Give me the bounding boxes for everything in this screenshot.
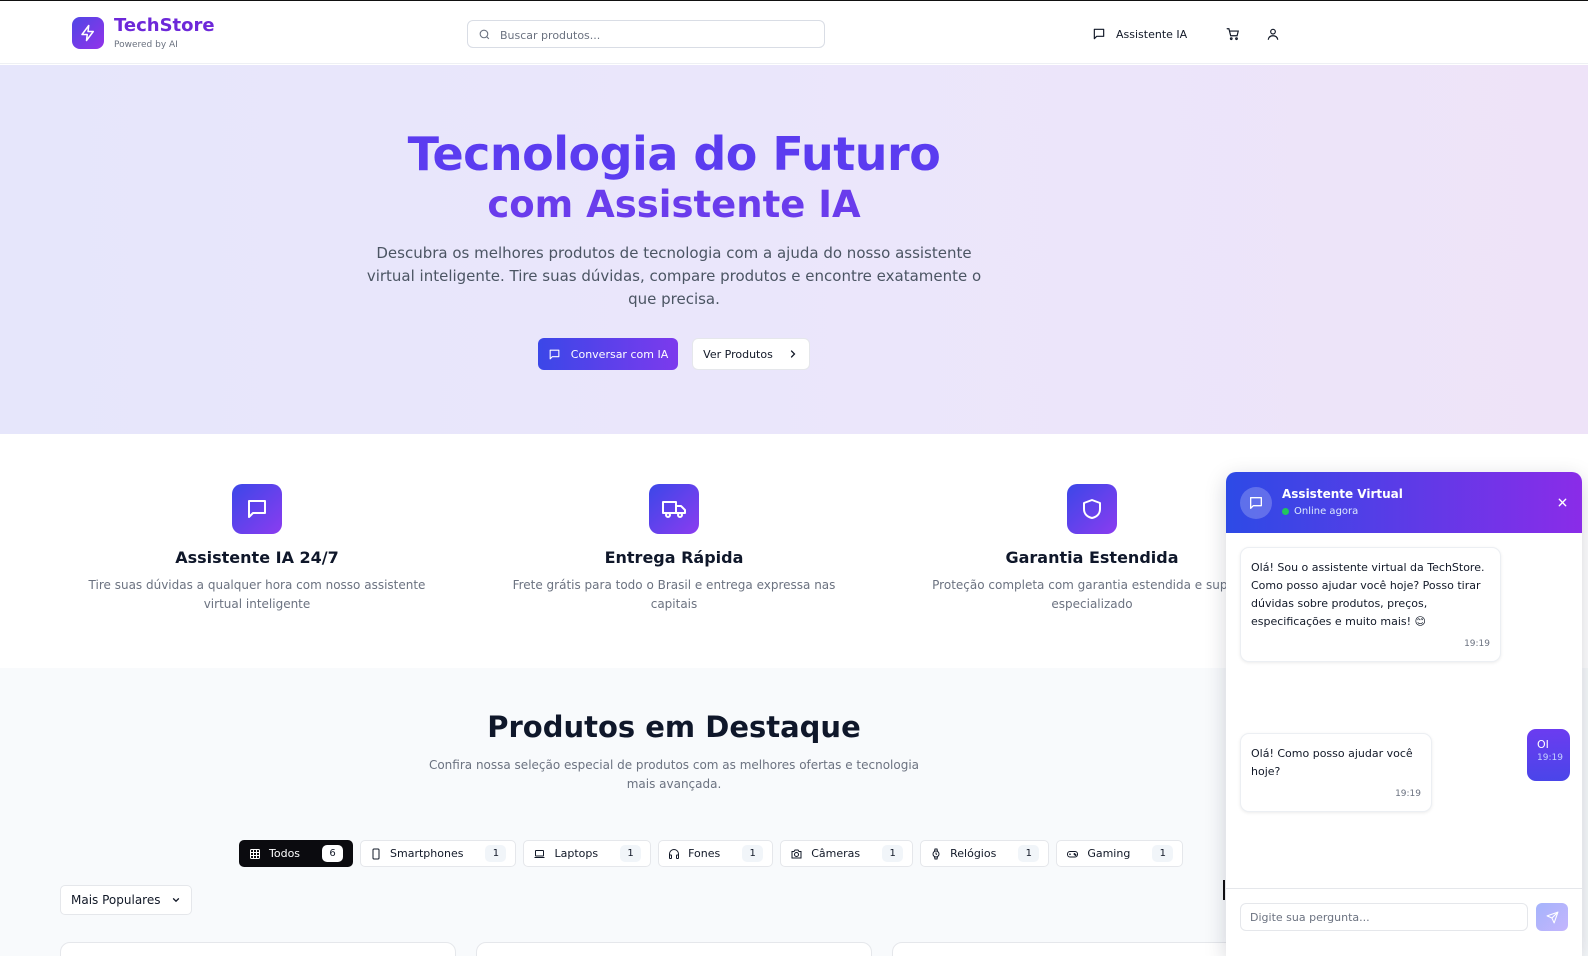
feature-description: Frete grátis para todo o Brasil e entreg…	[512, 578, 836, 611]
hero-section: Tecnologia do Futuro com Assistente IA D…	[0, 65, 1588, 434]
search-input[interactable]	[500, 25, 810, 45]
user-message: OI 19:19	[1527, 729, 1570, 781]
hero-title: Tecnologia do Futuro	[407, 127, 941, 181]
chat-with-ai-button[interactable]: Conversar com IA	[538, 338, 678, 370]
chat-status-label: Online agora	[1294, 506, 1359, 517]
sort-select[interactable]: Mais Populares	[60, 885, 192, 915]
nav-assistant-link[interactable]: Assistente IA	[1092, 25, 1187, 43]
category-label: Gaming	[1087, 847, 1131, 860]
category-label: Câmeras	[811, 847, 861, 860]
category-count: 1	[882, 845, 904, 862]
brand-tagline: Powered by AI	[114, 40, 178, 50]
chat-footer	[1226, 888, 1582, 956]
view-products-button[interactable]: Ver Produtos	[692, 338, 810, 370]
category-fones[interactable]: Fones 1	[658, 840, 774, 867]
smartphone-icon	[372, 848, 380, 859]
nav-assistant-label: Assistente IA	[1116, 27, 1188, 41]
camera-icon	[791, 849, 802, 858]
message-icon	[549, 349, 560, 359]
send-icon	[1546, 911, 1558, 923]
bot-message: Olá! Sou o assistente virtual da TechSto…	[1240, 547, 1501, 662]
feature-warranty: Garantia Estendida Proteção completa com…	[902, 484, 1282, 614]
feature-description: Proteção completa com garantia estendida…	[932, 578, 1252, 611]
message-text: Olá! Sou o assistente virtual da TechSto…	[1251, 561, 1485, 628]
category-label: Todos	[269, 847, 301, 860]
chat-title: Assistente Virtual	[1282, 487, 1403, 501]
search-box[interactable]	[467, 20, 825, 48]
grid-icon	[250, 848, 260, 859]
headphones-icon	[669, 848, 680, 859]
view-toggle-edge	[1223, 880, 1225, 900]
chat-input[interactable]	[1240, 903, 1528, 931]
category-count: 1	[1018, 845, 1040, 862]
feature-title: Entrega Rápida	[604, 548, 744, 567]
chevron-right-icon	[790, 350, 796, 358]
product-card[interactable]	[476, 942, 872, 956]
message-text: OI	[1537, 738, 1549, 751]
hero-subtitle: com Assistente IA	[487, 183, 861, 226]
product-card[interactable]	[60, 942, 456, 956]
category-label: Relógios	[950, 847, 997, 860]
feature-assistant: Assistente IA 24/7 Tire suas dúvidas a q…	[67, 484, 447, 614]
category-label: Smartphones	[390, 847, 464, 860]
message-time: 19:19	[1464, 639, 1490, 649]
message-icon	[1240, 487, 1272, 519]
category-count: 1	[485, 845, 507, 862]
sort-selected-value: Mais Populares	[71, 893, 161, 907]
truck-icon	[649, 484, 699, 534]
products-subtitle: Confira nossa seleção especial de produt…	[428, 758, 920, 791]
message-icon	[1093, 28, 1105, 40]
search-icon	[479, 29, 490, 40]
cart-icon[interactable]	[1225, 26, 1241, 42]
chat-messages: Olá! Sou o assistente virtual da TechSto…	[1226, 533, 1582, 888]
category-cameras[interactable]: Câmeras 1	[780, 840, 914, 867]
feature-title: Garantia Estendida	[1005, 548, 1179, 567]
category-count: 1	[742, 845, 764, 862]
category-smartphones[interactable]: Smartphones 1	[360, 840, 517, 867]
brand-name[interactable]: TechStore	[114, 15, 215, 36]
view-products-label: Ver Produtos	[703, 347, 773, 361]
chat-with-ai-label: Conversar com IA	[570, 347, 669, 361]
category-all[interactable]: Todos 6	[239, 840, 354, 867]
category-filter: Todos 6 Smartphones 1 Laptops 1 Fones 1 …	[239, 840, 1184, 867]
shield-icon	[1067, 484, 1117, 534]
message-time: 19:19	[1537, 753, 1563, 763]
category-count: 1	[620, 845, 642, 862]
message-text: Olá! Como posso ajudar você hoje?	[1251, 747, 1413, 778]
chat-status: Online agora	[1282, 506, 1358, 517]
bot-message: Olá! Como posso ajudar você hoje? 19:19	[1240, 733, 1432, 812]
category-relogios[interactable]: Relógios 1	[920, 840, 1050, 867]
feature-title: Assistente IA 24/7	[175, 548, 339, 567]
site-header: TechStore Powered by AI Assistente IA	[0, 1, 1588, 64]
zap-icon[interactable]	[72, 17, 104, 49]
category-count: 6	[322, 845, 344, 862]
feature-delivery: Entrega Rápida Frete grátis para todo o …	[484, 484, 864, 614]
send-button[interactable]	[1536, 903, 1568, 931]
chat-widget: Assistente Virtual Online agora Olá! Sou…	[1226, 472, 1582, 956]
chevron-down-icon	[172, 898, 180, 903]
user-icon[interactable]	[1265, 26, 1281, 42]
category-laptops[interactable]: Laptops 1	[523, 840, 652, 867]
category-label: Fones	[688, 847, 721, 860]
chat-header: Assistente Virtual Online agora	[1226, 472, 1582, 533]
category-gaming[interactable]: Gaming 1	[1056, 840, 1184, 867]
laptop-icon	[534, 849, 545, 858]
hero-description: Descubra os melhores produtos de tecnolo…	[366, 244, 982, 308]
feature-description: Tire suas dúvidas a qualquer hora com no…	[88, 578, 426, 611]
close-icon[interactable]	[1554, 494, 1570, 510]
category-label: Laptops	[554, 847, 599, 860]
message-time: 19:19	[1395, 789, 1421, 799]
products-title: Produtos em Destaque	[487, 710, 861, 744]
message-icon	[232, 484, 282, 534]
category-count: 1	[1152, 845, 1174, 862]
online-indicator	[1282, 508, 1289, 515]
gamepad-icon	[1067, 850, 1079, 857]
watch-icon	[932, 848, 940, 859]
